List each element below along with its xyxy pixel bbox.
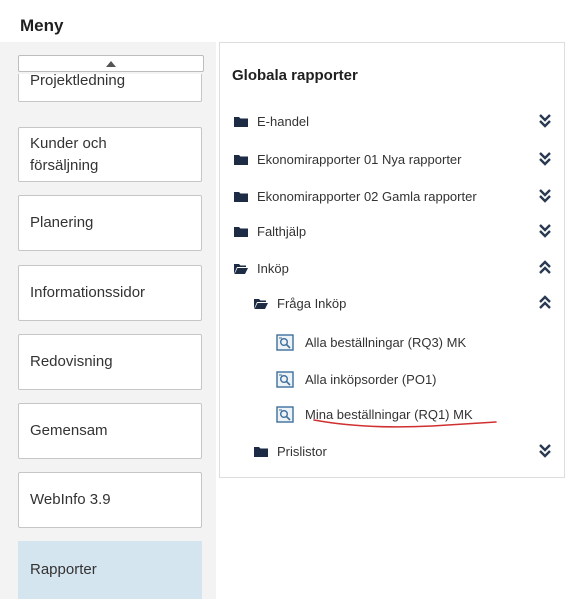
menu-item-label: Projektledning	[30, 74, 126, 89]
menu-item-redovisning[interactable]: Redovisning	[18, 334, 202, 390]
folder-closed-icon	[234, 116, 248, 127]
tree-folder-fraga-inkop[interactable]: Fråga Inköp	[220, 291, 564, 315]
tree-report-alla-inkopsorder[interactable]: Alla inköpsorder (PO1)	[220, 367, 564, 391]
tree-report-alla-bestallningar[interactable]: Alla beställningar (RQ3) MK	[220, 330, 564, 354]
red-annotation-underline	[313, 419, 497, 428]
menu-item-label: Redovisning	[30, 353, 113, 370]
chevron-double-up-icon[interactable]	[538, 260, 552, 276]
chevron-double-down-icon[interactable]	[538, 188, 552, 204]
menu-item-projektledning[interactable]: Projektledning	[18, 74, 202, 102]
folder-closed-icon	[234, 154, 248, 165]
menu-title: Meny	[20, 16, 64, 35]
tree-folder-inkop[interactable]: Inköp	[220, 256, 564, 280]
report-search-icon	[276, 370, 294, 388]
folder-closed-icon	[254, 446, 268, 457]
menu-item-label: Planering	[30, 214, 94, 231]
menu-item-label: Gemensam	[30, 422, 108, 439]
tree-row-label: Inköp	[257, 260, 289, 276]
tree-row-label: Alla inköpsorder (PO1)	[305, 371, 437, 387]
menu-item-planering[interactable]: Planering	[18, 195, 202, 251]
chevron-double-up-icon[interactable]	[538, 295, 552, 311]
menu-item-label: Rapporter	[30, 561, 97, 578]
tree-folder-ekonomirapporter-02[interactable]: Ekonomirapporter 02 Gamla rapporter	[220, 184, 564, 208]
report-search-icon	[276, 405, 294, 423]
tree-folder-prislistor[interactable]: Prislistor	[220, 439, 564, 463]
arrow-up-icon	[106, 60, 116, 67]
chevron-double-down-icon[interactable]	[538, 223, 552, 239]
menu-item-gemensam[interactable]: Gemensam	[18, 403, 202, 459]
menu-item-label: WebInfo 3.9	[30, 491, 111, 508]
menu-scroll-up-button[interactable]	[18, 55, 204, 72]
folder-closed-icon	[234, 226, 248, 237]
panel-title: Globala rapporter	[232, 67, 358, 84]
reports-panel: Globala rapporter E-handel Ekonomirappor…	[219, 42, 565, 478]
report-search-icon	[276, 333, 294, 351]
tree-row-label: Fråga Inköp	[277, 295, 347, 311]
tree-row-label: Alla beställningar (RQ3) MK	[305, 334, 467, 350]
folder-closed-icon	[234, 191, 248, 202]
menu-list: Projektledning Kunder och försäljning Pl…	[18, 74, 204, 599]
tree-folder-ekonomirapporter-01[interactable]: Ekonomirapporter 01 Nya rapporter	[220, 147, 564, 171]
menu-item-label: Kunder och försäljning	[30, 134, 107, 174]
menu-item-webinfo[interactable]: WebInfo 3.9	[18, 472, 202, 528]
menu-item-kunder-och-forsaljning[interactable]: Kunder och försäljning	[18, 127, 202, 182]
folder-open-icon	[234, 263, 248, 274]
chevron-double-down-icon[interactable]	[538, 151, 552, 167]
chevron-double-down-icon[interactable]	[538, 443, 552, 459]
tree-row-label: Prislistor	[277, 443, 327, 459]
tree-row-label: Ekonomirapporter 01 Nya rapporter	[257, 151, 462, 167]
tree-row-label: Ekonomirapporter 02 Gamla rapporter	[257, 188, 477, 204]
tree-folder-falthjalp[interactable]: Falthjälp	[220, 219, 564, 243]
menu-item-label: Informationssidor	[30, 284, 146, 301]
chevron-double-down-icon[interactable]	[538, 113, 552, 129]
folder-open-icon	[254, 298, 268, 309]
tree-row-label: E-handel	[257, 113, 310, 129]
tree-folder-e-handel[interactable]: E-handel	[220, 109, 564, 133]
menu-item-rapporter[interactable]: Rapporter	[18, 541, 202, 599]
menu-item-informationssidor[interactable]: Informationssidor	[18, 265, 202, 321]
tree-row-label: Falthjälp	[257, 223, 307, 239]
